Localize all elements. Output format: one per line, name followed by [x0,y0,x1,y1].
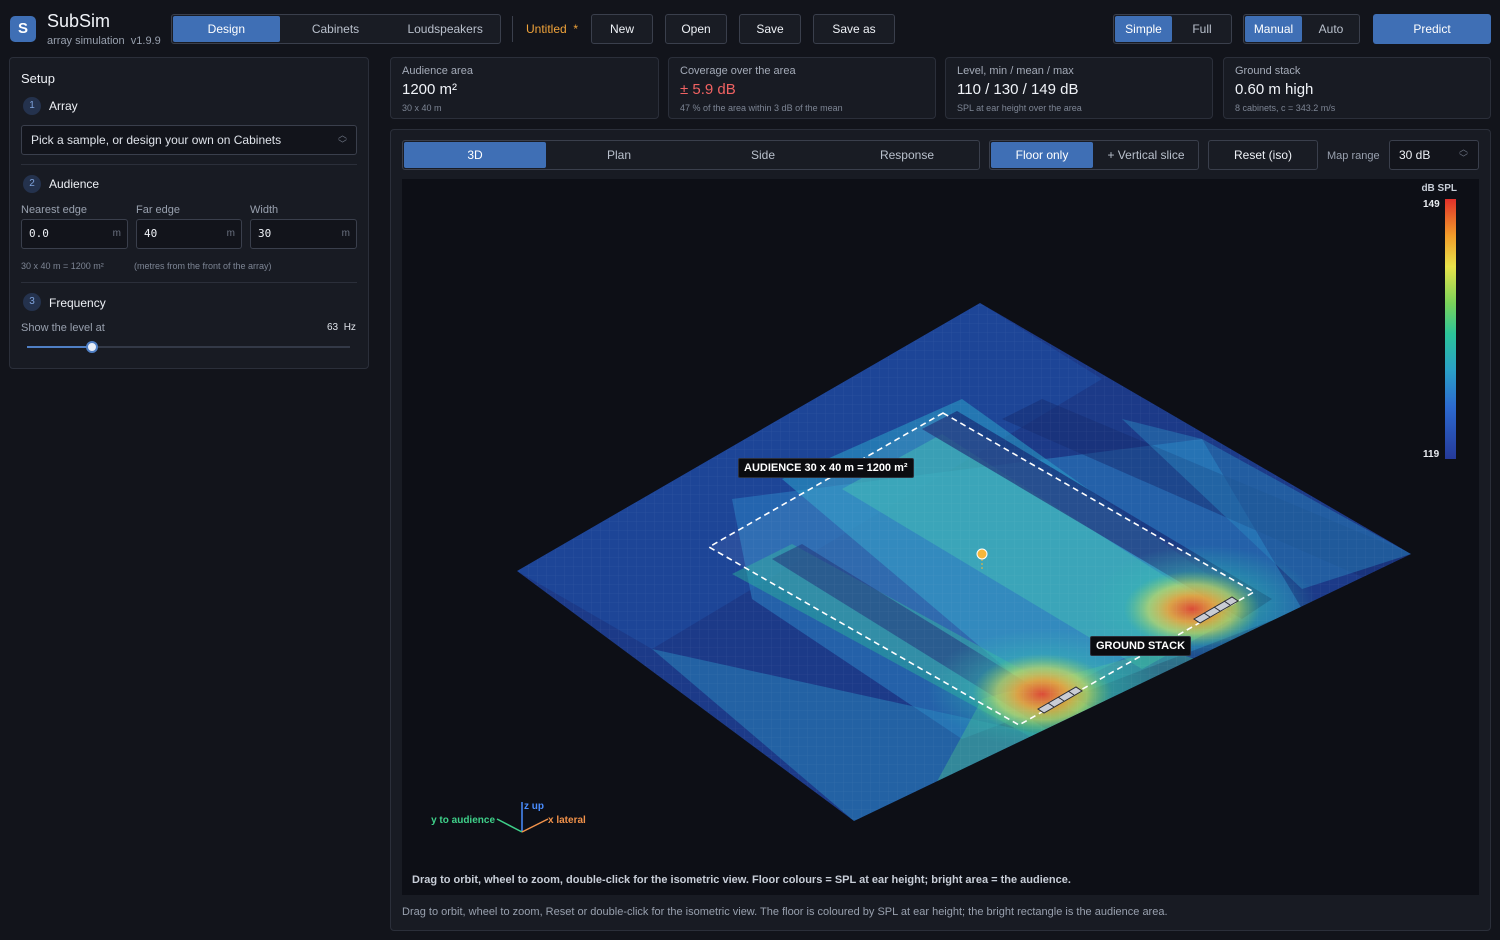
stat-value: 1200 m² [402,81,458,98]
app-logo-icon: S [10,16,36,42]
divider [21,164,357,165]
top-bar: S SubSim array simulation v1.9.9 Design … [0,0,1500,56]
app-name: SubSim [47,11,111,31]
audience-label: Audience [49,177,100,191]
nearest-edge-input[interactable]: 0.0 m [21,219,128,249]
new-button[interactable]: New [591,14,653,44]
control-toggle: Manual Auto [1243,14,1360,44]
axis-z-label: z up [524,801,544,812]
audience-tag: AUDIENCE 30 x 40 m = 1200 m² [738,458,914,478]
3d-viewport[interactable]: z up y to audience x lateral AUDIENCE 30… [402,179,1479,895]
app-subtitle: array simulation v1.9.9 [47,35,161,47]
open-button[interactable]: Open [665,14,727,44]
divider [512,16,513,42]
save-as-button[interactable]: Save as [813,14,895,44]
legend-title: dB SPL [1421,183,1457,194]
floor-only-button[interactable]: Floor only [991,142,1093,168]
listener-marker[interactable] [976,548,988,560]
stat-value: ± 5.9 dB [680,81,736,98]
far-edge-input[interactable]: 40 m [136,219,242,249]
tab-3d[interactable]: 3D [404,142,546,168]
stat-note: 8 cabinets, c = 343.2 m/s [1235,103,1336,113]
tab-plan[interactable]: Plan [547,141,691,169]
frequency-slider-fill [27,346,92,348]
stat-note: 47 % of the area within 3 dB of the mean [680,103,843,113]
stat-note: SPL at ear height over the area [957,103,1082,113]
step-badge-audience: 2 [23,175,41,193]
tab-design[interactable]: Design [173,16,280,42]
setup-title: Setup [21,71,55,86]
tab-response[interactable]: Response [835,141,979,169]
audience-note: (metres from the front of the array) [134,261,272,271]
map-range-select[interactable]: 30 dB ︿ ﹀ [1389,140,1479,170]
frequency-show-label: Show the level at [21,322,105,334]
control-auto[interactable]: Auto [1303,15,1359,43]
viewport-hint: Drag to orbit, wheel to zoom, double-cli… [412,874,1071,886]
document-title: Untitled * [526,22,579,36]
reset-iso-button[interactable]: Reset (iso) [1208,140,1318,170]
spl-floor-map[interactable]: z up y to audience x lateral [402,179,1479,895]
legend-max: 149 [1423,199,1440,210]
stat-value: 0.60 m high [1235,81,1314,98]
stat-label: Level, min / mean / max [957,65,1074,77]
stat-note: 30 x 40 m [402,103,442,113]
mode-full[interactable]: Full [1173,15,1231,43]
axis-gizmo: z up y to audience x lateral [431,801,586,833]
stat-card-level: Level, min / mean / max 110 / 130 / 149 … [945,57,1213,119]
step-badge-frequency: 3 [23,293,41,311]
stat-card-coverage: Coverage over the area ± 5.9 dB 47 % of … [668,57,936,119]
array-select[interactable]: Pick a sample, or design your own on Cab… [21,125,357,155]
save-button[interactable]: Save [739,14,801,44]
mode-simple[interactable]: Simple [1115,16,1172,42]
stat-card-ground-stack: Ground stack 0.60 m high 8 cabinets, c =… [1223,57,1491,119]
map-range-label: Map range [1327,150,1380,162]
control-manual[interactable]: Manual [1245,16,1302,42]
width-input[interactable]: 30 m [250,219,357,249]
nearest-edge-label: Nearest edge [21,204,88,216]
predict-button[interactable]: Predict [1373,14,1491,44]
setup-panel: Setup 1 Array Pick a sample, or design y… [9,57,369,369]
far-edge-label: Far edge [136,204,181,216]
ground-stack-tag: GROUND STACK [1090,636,1192,656]
main-tabs: Design Cabinets Loudspeakers [171,14,501,44]
legend-min: 119 [1423,449,1440,460]
vertical-slice-button[interactable]: + Vertical slice [1094,141,1198,169]
stat-card-area: Audience area 1200 m² 30 x 40 m [390,57,659,119]
stat-value: 110 / 130 / 149 dB [957,81,1079,98]
stat-label: Audience area [402,65,473,77]
width-label: Width [250,204,279,216]
frequency-label: Frequency [49,296,106,310]
step-badge-array: 1 [23,97,41,115]
mode-toggle: Simple Full [1113,14,1232,44]
tab-side[interactable]: Side [691,141,835,169]
stat-label: Ground stack [1235,65,1301,77]
footer-hint: Drag to orbit, wheel to zoom, Reset or d… [402,906,1168,918]
axis-y-label: y to audience [431,815,495,826]
frequency-slider-handle[interactable] [85,341,98,353]
frequency-value: 63 Hz [327,322,356,333]
select-chevron-icon: ︿ ﹀ [337,130,347,149]
divider [21,282,357,283]
view-tabs: 3D Plan Side Response [402,140,980,170]
tab-loudspeakers[interactable]: Loudspeakers [390,15,500,43]
axis-x-label: x lateral [548,815,586,826]
select-chevron-icon: ︿ ﹀ [1458,144,1468,163]
tab-cabinets[interactable]: Cabinets [281,15,391,43]
array-label: Array [49,99,78,113]
slice-toggle: Floor only + Vertical slice [989,140,1199,170]
audience-summary: 30 x 40 m = 1200 m² [21,261,104,271]
stat-label: Coverage over the area [680,65,796,77]
spl-colour-scale [1445,199,1456,459]
